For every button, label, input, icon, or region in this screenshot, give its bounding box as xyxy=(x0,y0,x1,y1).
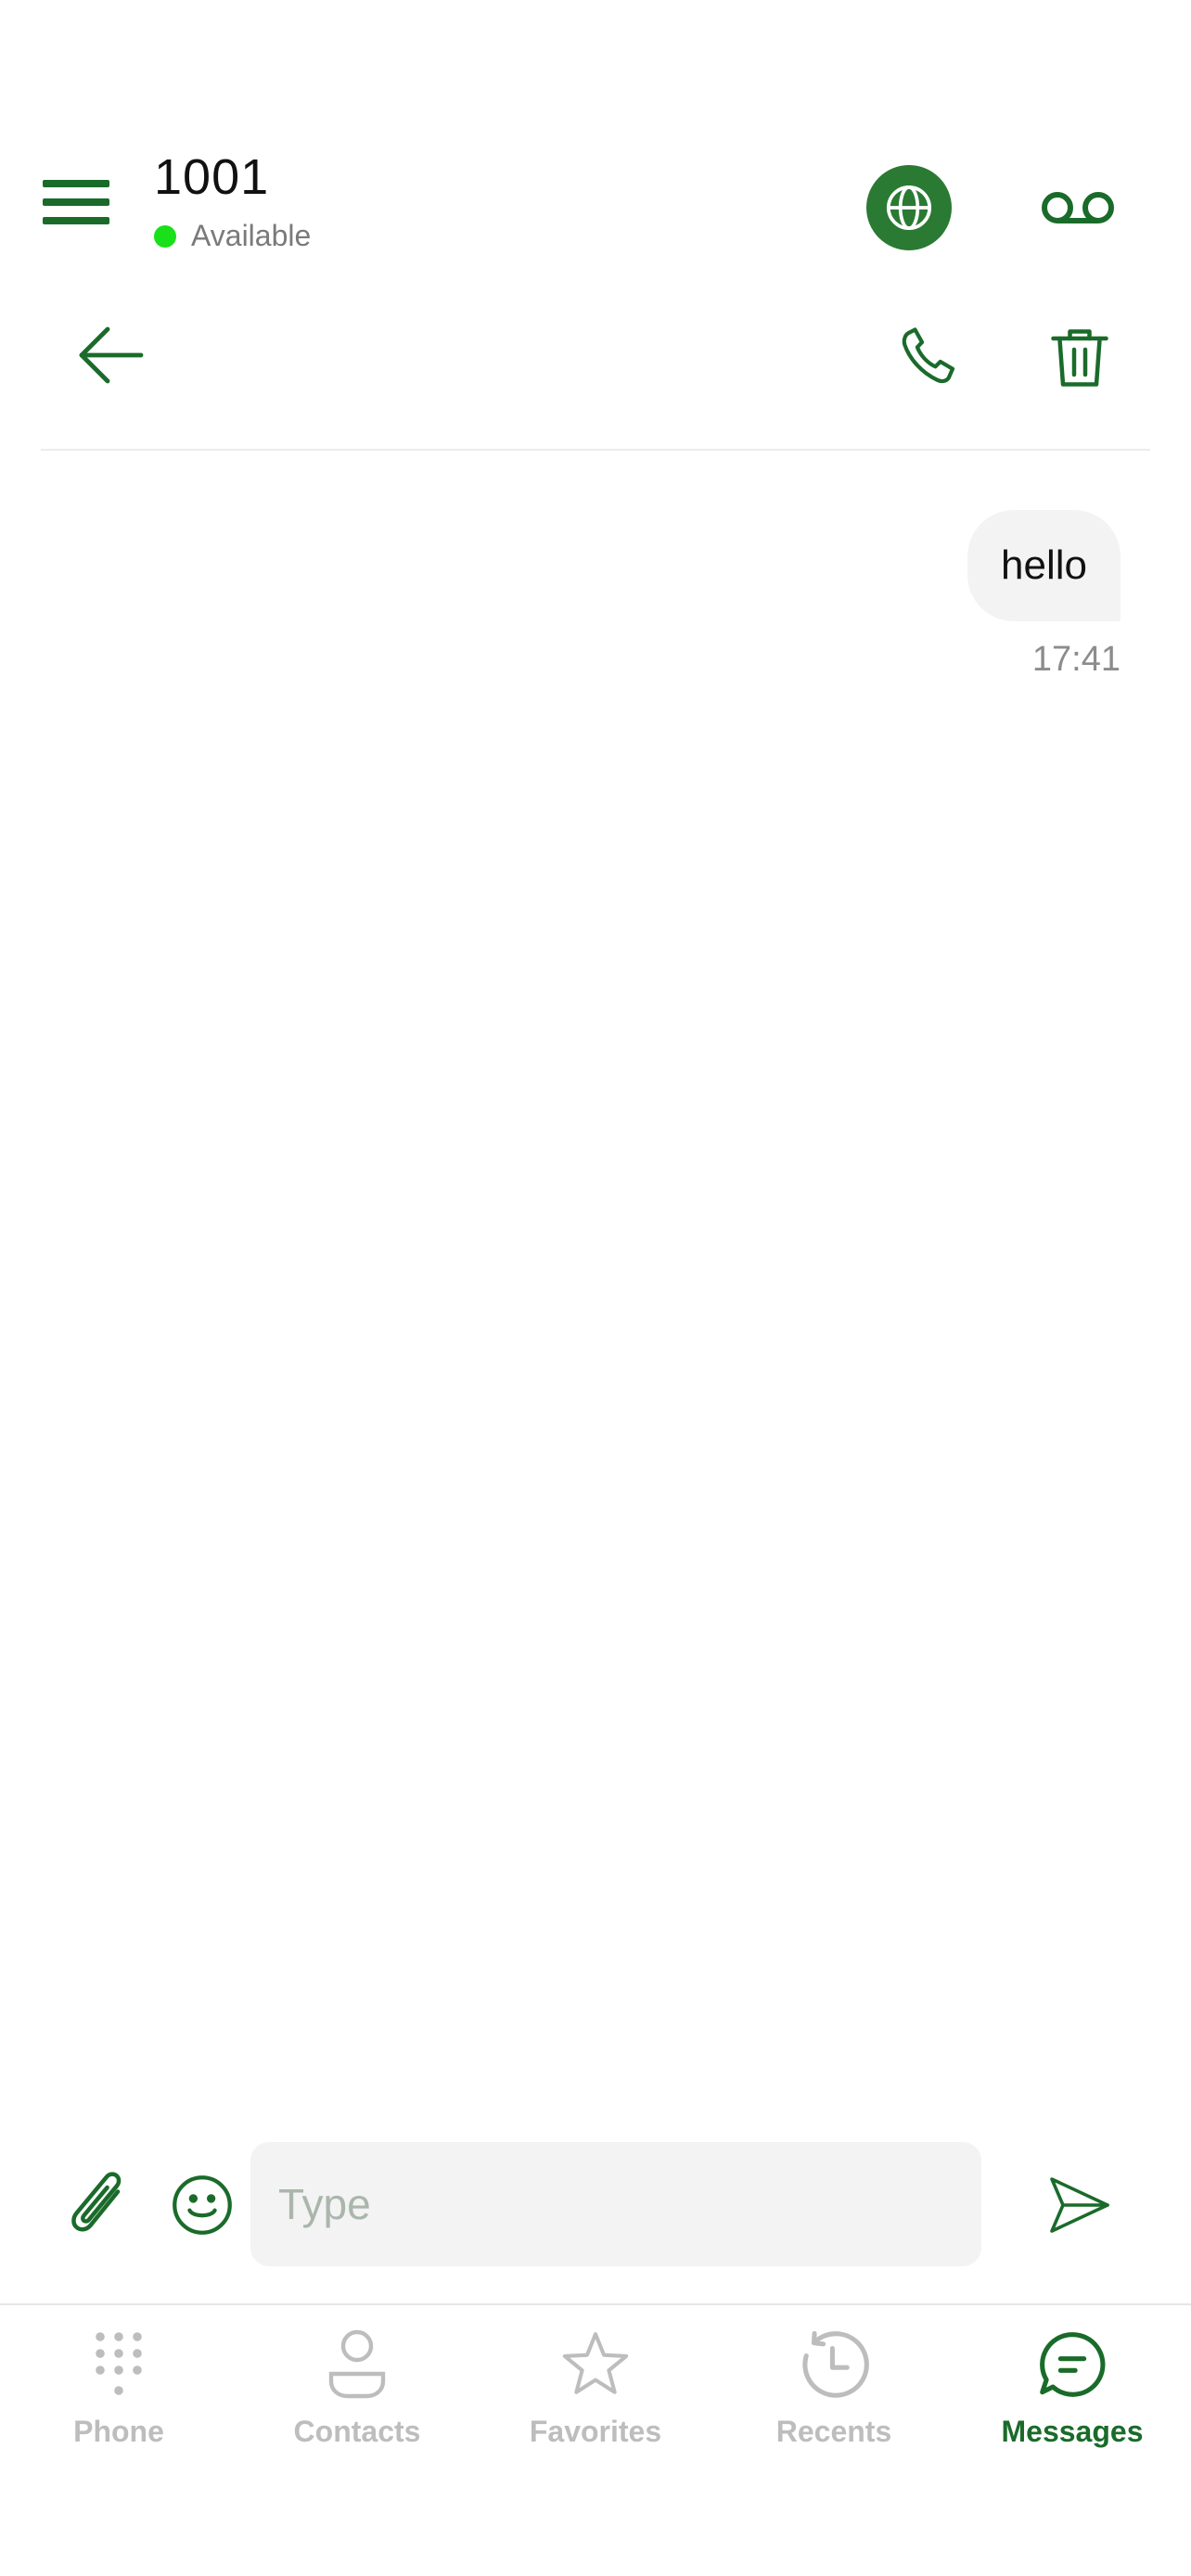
nav-tab-contacts[interactable]: Contacts xyxy=(246,2327,468,2476)
nav-label-recents: Recents xyxy=(775,2415,892,2448)
nav-label-contacts: Contacts xyxy=(293,2415,421,2448)
voicemail-button[interactable] xyxy=(1041,182,1115,234)
paperclip-icon xyxy=(71,2172,122,2232)
message-bubble-outgoing[interactable]: hello xyxy=(967,510,1121,621)
nav-icon-wrap xyxy=(82,2327,156,2402)
nav-label-phone: Phone xyxy=(73,2415,164,2448)
menu-button[interactable] xyxy=(37,172,113,232)
nav-label-messages: Messages xyxy=(1001,2415,1144,2448)
call-button[interactable] xyxy=(894,323,961,389)
chat-bubble-icon xyxy=(1040,2332,1106,2397)
message-input[interactable] xyxy=(250,2142,981,2266)
send-button[interactable] xyxy=(1048,2175,1111,2235)
extension-number: 1001 xyxy=(154,149,270,205)
hamburger-line xyxy=(43,198,109,206)
nav-tab-recents[interactable]: Recents xyxy=(723,2327,945,2476)
nav-icon-wrap xyxy=(320,2327,394,2402)
hamburger-menu-icon xyxy=(43,180,109,187)
globe-button[interactable] xyxy=(866,165,952,250)
nav-tab-phone[interactable]: Phone xyxy=(7,2327,230,2476)
nav-icon-wrap xyxy=(797,2327,871,2402)
person-icon xyxy=(328,2329,386,2399)
hamburger-line xyxy=(43,217,109,224)
dialpad-icon xyxy=(96,2332,142,2395)
globe-icon xyxy=(886,185,932,231)
nav-label-favorites: Favorites xyxy=(529,2415,662,2448)
smiley-icon xyxy=(173,2175,232,2235)
emoji-button[interactable] xyxy=(171,2174,234,2237)
trash-icon xyxy=(1051,329,1108,387)
attach-button[interactable] xyxy=(65,2170,132,2244)
status-dot-icon xyxy=(154,224,176,248)
nav-tab-favorites[interactable]: Favorites xyxy=(484,2327,707,2476)
phone-icon xyxy=(902,327,955,384)
back-button[interactable] xyxy=(76,325,147,386)
voicemail-icon xyxy=(1042,192,1114,223)
arrow-left-icon xyxy=(79,326,144,384)
nav-icon-wrap xyxy=(558,2327,633,2402)
star-icon xyxy=(562,2332,629,2394)
history-icon xyxy=(802,2330,869,2398)
nav-icon-wrap xyxy=(1035,2327,1109,2402)
bottom-nav-divider xyxy=(0,2303,1191,2305)
send-icon xyxy=(1050,2177,1109,2233)
message-text: hello xyxy=(1001,542,1087,588)
presence-status[interactable]: Available xyxy=(154,219,311,253)
delete-button[interactable] xyxy=(1048,325,1111,391)
nav-tab-messages[interactable]: Messages xyxy=(961,2327,1184,2476)
status-label: Available xyxy=(191,219,312,252)
toolbar-divider xyxy=(41,449,1150,451)
message-timestamp: 17:41 xyxy=(1031,640,1121,679)
